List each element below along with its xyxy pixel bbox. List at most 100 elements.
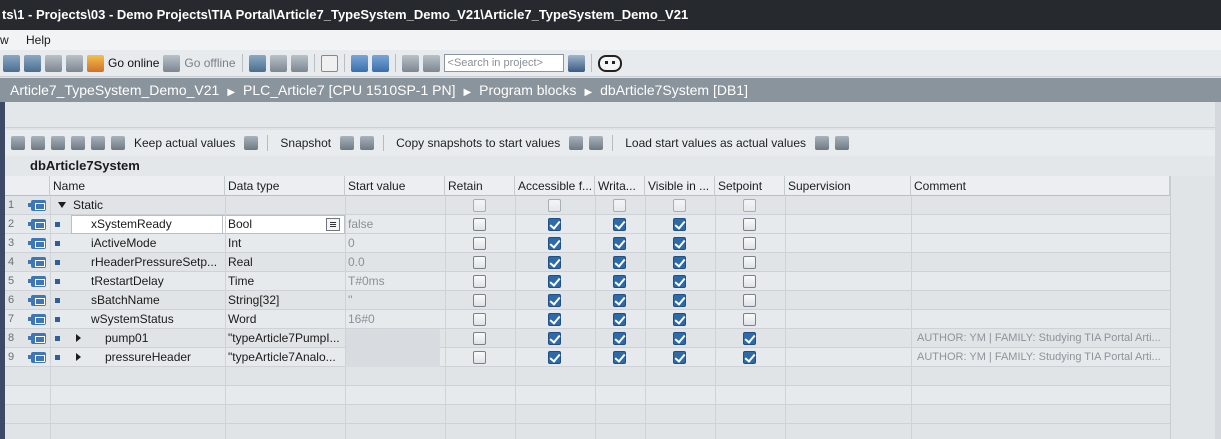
- visible-checkbox[interactable]: [673, 294, 686, 307]
- retain-checkbox[interactable]: [473, 275, 486, 288]
- visible-checkbox[interactable]: [673, 256, 686, 269]
- breadcrumb-db[interactable]: dbArticle7System [DB1]: [600, 82, 748, 98]
- visible-checkbox[interactable]: [673, 275, 686, 288]
- header-supervision[interactable]: Supervision: [785, 176, 911, 196]
- writable-checkbox[interactable]: [613, 256, 626, 269]
- load-values-all-icon[interactable]: [835, 136, 849, 150]
- keep-actual-values-button[interactable]: Keep actual values: [134, 136, 235, 150]
- accessible-checkbox[interactable]: [548, 294, 561, 307]
- writable-checkbox[interactable]: [613, 275, 626, 288]
- snapshot-icon[interactable]: [340, 136, 355, 150]
- copy-snapshots-button[interactable]: Copy snapshots to start values: [396, 136, 560, 150]
- expand-icon[interactable]: [76, 334, 81, 342]
- accessible-checkbox[interactable]: [548, 332, 561, 345]
- header-startvalue[interactable]: Start value: [345, 176, 445, 196]
- visible-checkbox[interactable]: [673, 237, 686, 250]
- empty-row[interactable]: [5, 386, 1221, 405]
- setpoint-checkbox[interactable]: [743, 237, 756, 250]
- upload-icon[interactable]: [24, 54, 41, 72]
- insert-row-icon[interactable]: [11, 136, 25, 150]
- retain-checkbox[interactable]: [473, 332, 486, 345]
- visible-checkbox[interactable]: [673, 313, 686, 326]
- member-name[interactable]: pump01: [105, 329, 221, 348]
- member-name[interactable]: pressureHeader: [105, 348, 221, 367]
- member-name[interactable]: wSystemStatus: [91, 310, 221, 329]
- retain-checkbox[interactable]: [473, 294, 486, 307]
- member-startvalue[interactable]: 0: [345, 234, 440, 253]
- reset-icon[interactable]: [71, 136, 85, 150]
- writable-checkbox[interactable]: [613, 351, 626, 364]
- table-row[interactable]: 4 rHeaderPressureSetp... Real 0.0: [5, 253, 1221, 272]
- visible-checkbox[interactable]: [673, 332, 686, 345]
- member-datatype[interactable]: Int: [225, 234, 340, 253]
- member-datatype[interactable]: "typeArticle7PumpI...: [225, 329, 340, 348]
- collapse-icon[interactable]: [58, 202, 66, 208]
- start-cpu-icon[interactable]: [269, 54, 287, 72]
- retain-checkbox[interactable]: [473, 351, 486, 364]
- empty-row[interactable]: [5, 405, 1221, 424]
- cross-reference-icon[interactable]: [422, 54, 440, 72]
- stop-cpu-icon[interactable]: [290, 54, 308, 72]
- header-writable[interactable]: Writa...: [595, 176, 645, 196]
- header-comment[interactable]: Comment: [911, 176, 1170, 196]
- table-row[interactable]: 8 pump01 "typeArticle7PumpI... AUTHOR: Y…: [5, 329, 1221, 348]
- member-name[interactable]: iActiveMode: [91, 234, 221, 253]
- datatype-select-icon[interactable]: [326, 218, 340, 231]
- member-comment[interactable]: AUTHOR: YM | FAMILY: Studying TIA Portal…: [911, 329, 1173, 348]
- member-comment[interactable]: AUTHOR: YM | FAMILY: Studying TIA Portal…: [911, 348, 1173, 367]
- header-datatype[interactable]: Data type: [225, 176, 345, 196]
- table-row[interactable]: 9 pressureHeader "typeArticle7Analo... A…: [5, 348, 1221, 367]
- close-icon[interactable]: [320, 54, 338, 72]
- vertical-scrollbar[interactable]: [1215, 102, 1221, 439]
- copy-snapshot-all-icon[interactable]: [589, 136, 604, 150]
- member-name[interactable]: tRestartDelay: [91, 272, 221, 291]
- accessible-checkbox[interactable]: [548, 275, 561, 288]
- header-setpoint[interactable]: Setpoint: [715, 176, 785, 196]
- table-row[interactable]: 6 sBatchName String[32] '': [5, 291, 1221, 310]
- writable-checkbox[interactable]: [613, 332, 626, 345]
- expand-icon[interactable]: [76, 353, 81, 361]
- compare-icon[interactable]: [401, 54, 419, 72]
- print-icon[interactable]: [45, 54, 62, 72]
- member-name[interactable]: sBatchName: [91, 291, 221, 310]
- download-icon[interactable]: [66, 54, 83, 72]
- accessible-checkbox[interactable]: [548, 351, 561, 364]
- member-startvalue[interactable]: T#0ms: [345, 272, 440, 291]
- retain-checkbox[interactable]: [473, 237, 486, 250]
- split-vertical-icon[interactable]: [371, 54, 389, 72]
- member-datatype[interactable]: Word: [225, 310, 340, 329]
- load-values-icon[interactable]: [815, 136, 829, 150]
- member-startvalue[interactable]: 0.0: [345, 253, 440, 272]
- snapshot-button[interactable]: Snapshot: [280, 136, 331, 150]
- search-icon[interactable]: [567, 54, 585, 72]
- search-input[interactable]: <Search in project>: [443, 54, 564, 72]
- member-startvalue[interactable]: false: [345, 215, 440, 234]
- member-name[interactable]: Static: [73, 196, 203, 215]
- member-datatype[interactable]: Bool: [225, 215, 340, 234]
- writable-checkbox[interactable]: [613, 313, 626, 326]
- split-horizontal-icon[interactable]: [350, 54, 368, 72]
- retain-checkbox[interactable]: [473, 313, 486, 326]
- member-datatype[interactable]: String[32]: [225, 291, 340, 310]
- member-datatype[interactable]: "typeArticle7Analo...: [225, 348, 340, 367]
- setpoint-checkbox[interactable]: [743, 313, 756, 326]
- retain-checkbox[interactable]: [473, 256, 486, 269]
- copy-snapshot-icon[interactable]: [569, 136, 584, 150]
- breadcrumb-plc[interactable]: PLC_Article7 [CPU 1510SP-1 PN]: [243, 82, 455, 98]
- member-name[interactable]: xSystemReady: [91, 215, 221, 234]
- member-startvalue[interactable]: 16#0: [345, 310, 440, 329]
- breadcrumb-program-blocks[interactable]: Program blocks: [479, 82, 576, 98]
- empty-row[interactable]: [5, 367, 1221, 386]
- member-datatype[interactable]: Time: [225, 272, 340, 291]
- setpoint-checkbox[interactable]: [743, 294, 756, 307]
- retain-checkbox[interactable]: [473, 218, 486, 231]
- header-accessible[interactable]: Accessible f...: [515, 176, 595, 196]
- setpoint-checkbox[interactable]: [743, 256, 756, 269]
- expand-all-icon[interactable]: [51, 136, 65, 150]
- keep-values-icon[interactable]: [244, 136, 259, 150]
- accessible-checkbox[interactable]: [548, 256, 561, 269]
- go-online-icon[interactable]: [87, 54, 104, 72]
- go-offline-button[interactable]: Go offline: [184, 56, 235, 70]
- header-name[interactable]: Name: [50, 176, 225, 196]
- robot-icon[interactable]: [597, 54, 622, 72]
